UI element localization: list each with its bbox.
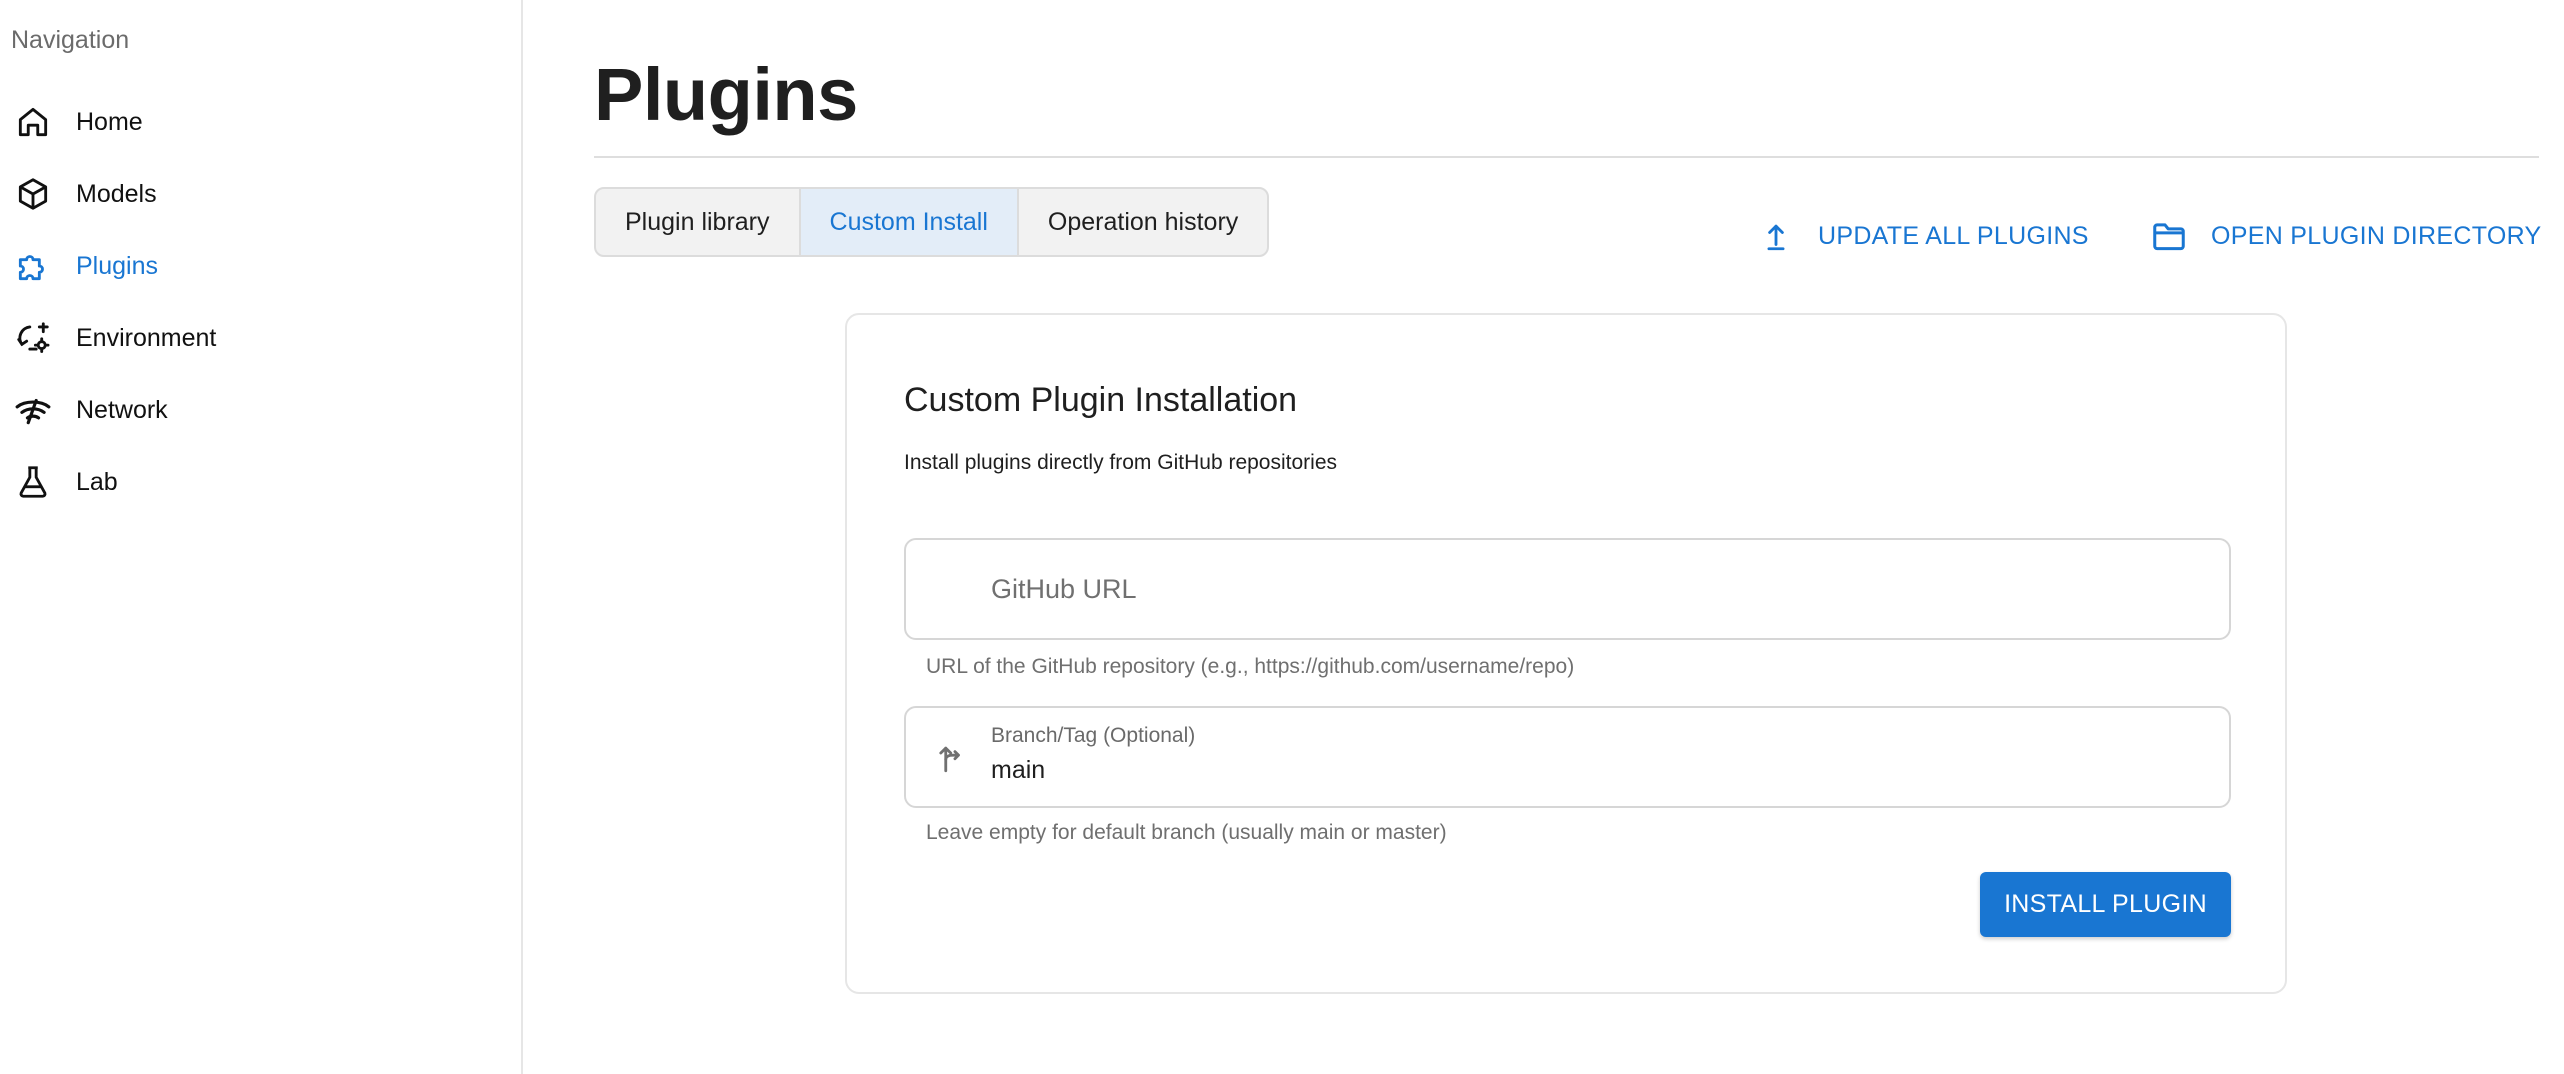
install-plugin-button[interactable]: INSTALL PLUGIN — [1980, 872, 2231, 937]
github-url-input[interactable]: GitHub URL — [904, 538, 2231, 640]
branch-tag-helper: Leave empty for default branch (usually … — [926, 821, 1447, 844]
open-plugin-directory-label: OPEN PLUGIN DIRECTORY — [2211, 221, 2542, 250]
update-all-plugins-button[interactable]: UPDATE ALL PLUGINS — [1756, 214, 2089, 258]
home-icon — [14, 103, 52, 141]
environment-icon — [14, 319, 52, 357]
folder-icon — [2149, 216, 2189, 256]
sidebar-item-network[interactable]: Network — [0, 374, 521, 446]
sidebar-item-label: Network — [76, 395, 168, 424]
branch-tag-input[interactable]: Branch/Tag (Optional) main — [904, 706, 2231, 808]
sidebar-item-label: Environment — [76, 323, 217, 352]
card-title: Custom Plugin Installation — [904, 381, 1298, 419]
tab-operation-history[interactable]: Operation history — [1019, 189, 1267, 255]
nav-heading: Navigation — [11, 26, 130, 54]
branch-tag-label: Branch/Tag (Optional) — [991, 724, 1196, 747]
card-subtitle: Install plugins directly from GitHub rep… — [904, 451, 1338, 474]
sidebar-item-label: Models — [76, 179, 157, 208]
sidebar-item-label: Plugins — [76, 251, 158, 280]
page-title: Plugins — [594, 53, 858, 136]
github-url-helper: URL of the GitHub repository (e.g., http… — [926, 655, 1575, 678]
sidebar: Navigation Home Models Plugins Environme… — [0, 0, 523, 1074]
upload-icon — [1756, 216, 1796, 256]
network-icon — [14, 391, 52, 429]
open-plugin-directory-button[interactable]: OPEN PLUGIN DIRECTORY — [2149, 214, 2541, 258]
nav-list: Home Models Plugins Environment Network — [0, 86, 521, 518]
cube-icon — [14, 175, 52, 213]
sidebar-item-home[interactable]: Home — [0, 86, 521, 158]
main-content: Plugins Plugin library Custom Install Op… — [523, 0, 2564, 1074]
sidebar-item-label: Lab — [76, 467, 118, 496]
github-url-placeholder: GitHub URL — [991, 574, 1137, 604]
branch-icon — [930, 738, 970, 778]
sidebar-item-plugins[interactable]: Plugins — [0, 230, 521, 302]
sidebar-item-models[interactable]: Models — [0, 158, 521, 230]
update-all-plugins-label: UPDATE ALL PLUGINS — [1818, 221, 2089, 250]
sidebar-item-environment[interactable]: Environment — [0, 302, 521, 374]
branch-tag-value: main — [991, 756, 1046, 784]
puzzle-icon — [14, 247, 52, 285]
tab-custom-install[interactable]: Custom Install — [800, 189, 1019, 255]
tab-bar: Plugin library Custom Install Operation … — [594, 187, 1270, 257]
title-divider — [594, 156, 2539, 158]
flask-icon — [14, 463, 52, 501]
sidebar-item-lab[interactable]: Lab — [0, 446, 521, 518]
sidebar-item-label: Home — [76, 107, 143, 136]
tab-plugin-library[interactable]: Plugin library — [596, 189, 801, 255]
custom-install-card: Custom Plugin Installation Install plugi… — [845, 313, 2287, 994]
